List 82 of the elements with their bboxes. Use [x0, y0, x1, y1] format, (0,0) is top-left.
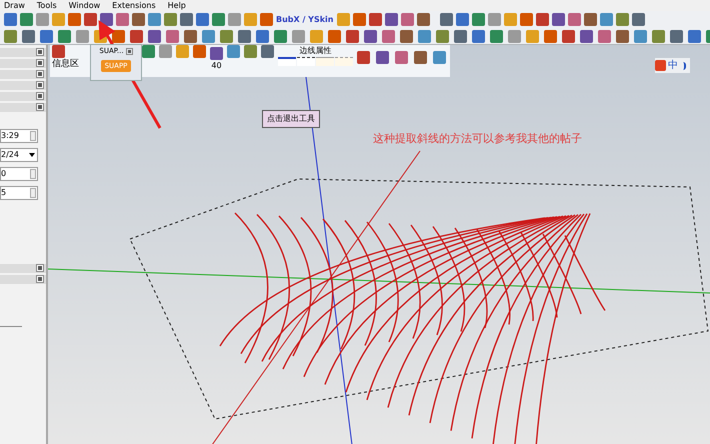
toolbar-icon[interactable]: [292, 30, 305, 42]
toolbar-icon[interactable]: [652, 30, 665, 42]
toolbar-icon[interactable]: [130, 30, 143, 42]
number-label: 40: [211, 60, 222, 72]
line-style-option[interactable]: [278, 57, 296, 66]
panel-header[interactable]: [0, 264, 46, 273]
toolbar-icon[interactable]: [568, 13, 580, 26]
toolbar-icon[interactable]: [472, 13, 484, 26]
toolbar-icon[interactable]: [352, 13, 366, 26]
toolbar-icon[interactable]: [562, 30, 575, 42]
toolbar-icon[interactable]: [454, 30, 467, 42]
toolbar-icon[interactable]: [166, 30, 179, 42]
toolbar-icon[interactable]: [440, 13, 452, 26]
toolbar-icon[interactable]: [76, 30, 89, 42]
toolbar-icon[interactable]: [598, 30, 611, 42]
tooltip: 点击退出工具: [262, 110, 320, 128]
toolbar-icon[interactable]: [400, 13, 414, 26]
panel-header[interactable]: [0, 59, 46, 68]
toolbar-icon[interactable]: [416, 13, 430, 26]
panel-header[interactable]: [0, 92, 46, 101]
toolbar-icon[interactable]: [584, 13, 596, 26]
toolbar-icon[interactable]: [418, 30, 431, 42]
toolbar-icon[interactable]: [4, 30, 17, 42]
toolbar-icon[interactable]: [552, 13, 564, 26]
panel-header[interactable]: [0, 81, 46, 90]
toolbar-icon[interactable]: [202, 30, 215, 42]
line-style-option[interactable]: [297, 57, 315, 66]
ime-mode-label[interactable]: 中: [668, 58, 678, 73]
toolbar-icon[interactable]: [384, 13, 398, 26]
toolbar-icon[interactable]: [536, 13, 548, 26]
toolbar-icon[interactable]: [520, 13, 532, 26]
input-field[interactable]: 3:29: [0, 129, 38, 143]
toolbar-icon[interactable]: [580, 30, 593, 42]
toolbar-icon[interactable]: [368, 13, 382, 26]
menu-item[interactable]: Draw: [4, 0, 25, 10]
toolbar-icon[interactable]: [238, 30, 251, 42]
toolbar-icon[interactable]: [616, 13, 628, 26]
toolbar-icon[interactable]: [508, 30, 521, 42]
input-field[interactable]: 0: [0, 167, 38, 181]
menu-item[interactable]: Window: [68, 0, 100, 10]
toolbar-icon[interactable]: [184, 30, 197, 42]
toolbar-icon[interactable]: [112, 30, 125, 42]
toolbar-icon[interactable]: [616, 30, 629, 42]
toolbar-icon[interactable]: [22, 30, 35, 42]
toolbar-icon[interactable]: [40, 30, 53, 42]
toolbar-icon[interactable]: [148, 30, 161, 42]
input-field[interactable]: 5: [0, 186, 38, 200]
toolbar-icon[interactable]: [472, 30, 485, 42]
toolbar-icon[interactable]: [634, 30, 647, 42]
toolbar-icon[interactable]: [544, 30, 557, 42]
menu-item[interactable]: Extensions: [112, 0, 156, 10]
toolbar-icon[interactable]: [490, 30, 503, 42]
toolbar-icon[interactable]: [688, 30, 701, 42]
annotation-text: 这种提取斜线的方法可以参考我其他的帖子: [373, 131, 582, 147]
input-field[interactable]: 2/24: [0, 148, 38, 162]
toolbar-icon[interactable]: [220, 30, 233, 42]
dropdown-arrow-icon[interactable]: [29, 153, 35, 157]
toolbar-icon[interactable]: [632, 13, 644, 26]
ime-indicator[interactable]: 中: [655, 58, 690, 73]
toolbar-icon[interactable]: [436, 30, 449, 42]
toolbar-label[interactable]: BubX / YSkin: [276, 14, 334, 26]
close-icon[interactable]: [126, 48, 133, 55]
toolbar-icon[interactable]: [328, 30, 341, 42]
toolbar-icon[interactable]: [600, 13, 612, 26]
toolbar-icon[interactable]: [400, 30, 413, 42]
menu-item[interactable]: Help: [168, 0, 186, 10]
edge-title: 边线属性: [300, 45, 332, 57]
toolbar-icon[interactable]: [456, 13, 468, 26]
toolbar-icon[interactable]: [274, 30, 287, 42]
toolbar-icon[interactable]: [58, 30, 71, 42]
info-label: 信息区: [52, 58, 79, 71]
menu-item[interactable]: Tools: [36, 0, 57, 10]
toolbar-icon[interactable]: [256, 30, 269, 42]
panel-header[interactable]: [0, 275, 46, 284]
toolbar-icon[interactable]: [346, 30, 359, 42]
toolbar-icon[interactable]: [364, 30, 377, 42]
panel-header[interactable]: [0, 48, 46, 57]
toolbar-icon[interactable]: [382, 30, 395, 42]
toolbar-icon[interactable]: [670, 30, 683, 42]
panel-header[interactable]: [0, 103, 46, 112]
toolbar-icon[interactable]: [488, 13, 500, 26]
panel-header[interactable]: [0, 70, 46, 79]
